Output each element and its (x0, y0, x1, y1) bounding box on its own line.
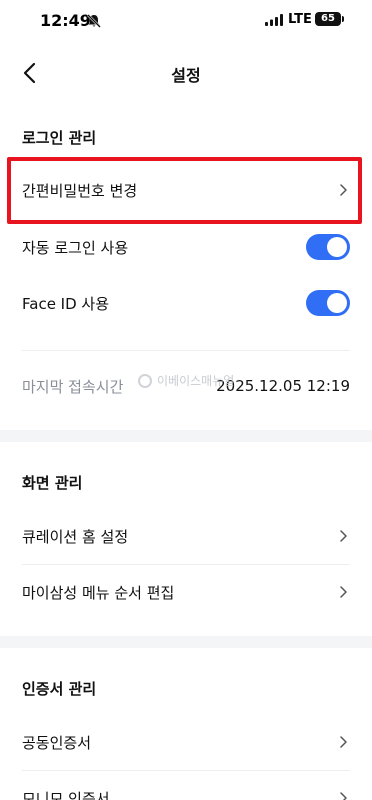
divider (22, 350, 350, 351)
chevron-right-icon (340, 792, 347, 800)
last-login-value: 2025.12.05 12:19 (216, 377, 350, 395)
change-password-label: 간편비밀번호 변경 (22, 181, 138, 200)
change-password-row[interactable]: 간편비밀번호 변경 (0, 164, 372, 216)
auto-login-label: 자동 로그인 사용 (22, 238, 129, 257)
watermark: 이베이스매뉴얼 (138, 372, 234, 389)
chevron-right-icon (340, 184, 347, 196)
status-time: 12:49 (40, 11, 91, 30)
section-gap (0, 636, 372, 648)
my-samsung-menu-row[interactable]: 마이삼성 메뉴 순서 편집 (0, 566, 372, 618)
section-gap (0, 430, 372, 442)
battery-tip (342, 16, 344, 22)
chevron-right-icon (340, 736, 347, 748)
face-id-row: Face ID 사용 (0, 277, 372, 329)
bell-muted-icon (87, 14, 101, 28)
auto-login-row: 자동 로그인 사용 (0, 221, 372, 273)
auto-login-toggle[interactable] (306, 234, 350, 260)
face-id-toggle[interactable] (306, 290, 350, 316)
watermark-logo-icon (138, 373, 152, 388)
section-title-screen: 화면 관리 (22, 474, 83, 492)
watermark-text: 이베이스매뉴얼 (157, 374, 235, 388)
page-title: 설정 (171, 66, 201, 85)
divider (22, 564, 350, 565)
network-label: LTE (288, 12, 312, 27)
section-title-cert: 인증서 관리 (22, 680, 97, 698)
mobile-cert-row[interactable]: 모니모 인증서 (0, 772, 372, 800)
face-id-label: Face ID 사용 (22, 294, 110, 313)
section-title-login: 로그인 관리 (22, 129, 97, 147)
curation-home-row[interactable]: 큐레이션 홈 설정 (0, 510, 372, 562)
toggle-knob (327, 293, 347, 313)
divider (22, 770, 350, 771)
chevron-right-icon (340, 530, 347, 542)
mobile-cert-label: 모니모 인증서 (22, 789, 110, 800)
header: 설정 (0, 50, 372, 94)
signal-icon (265, 14, 283, 26)
status-bar: 12:49 LTE 65 (0, 0, 372, 44)
joint-cert-label: 공동인증서 (22, 733, 92, 752)
curation-home-label: 큐레이션 홈 설정 (22, 527, 129, 546)
my-samsung-menu-label: 마이삼성 메뉴 순서 편집 (22, 583, 175, 602)
toggle-knob (327, 237, 347, 257)
battery-icon: 65 (315, 12, 341, 26)
chevron-right-icon (340, 586, 347, 598)
joint-cert-row[interactable]: 공동인증서 (0, 716, 372, 768)
